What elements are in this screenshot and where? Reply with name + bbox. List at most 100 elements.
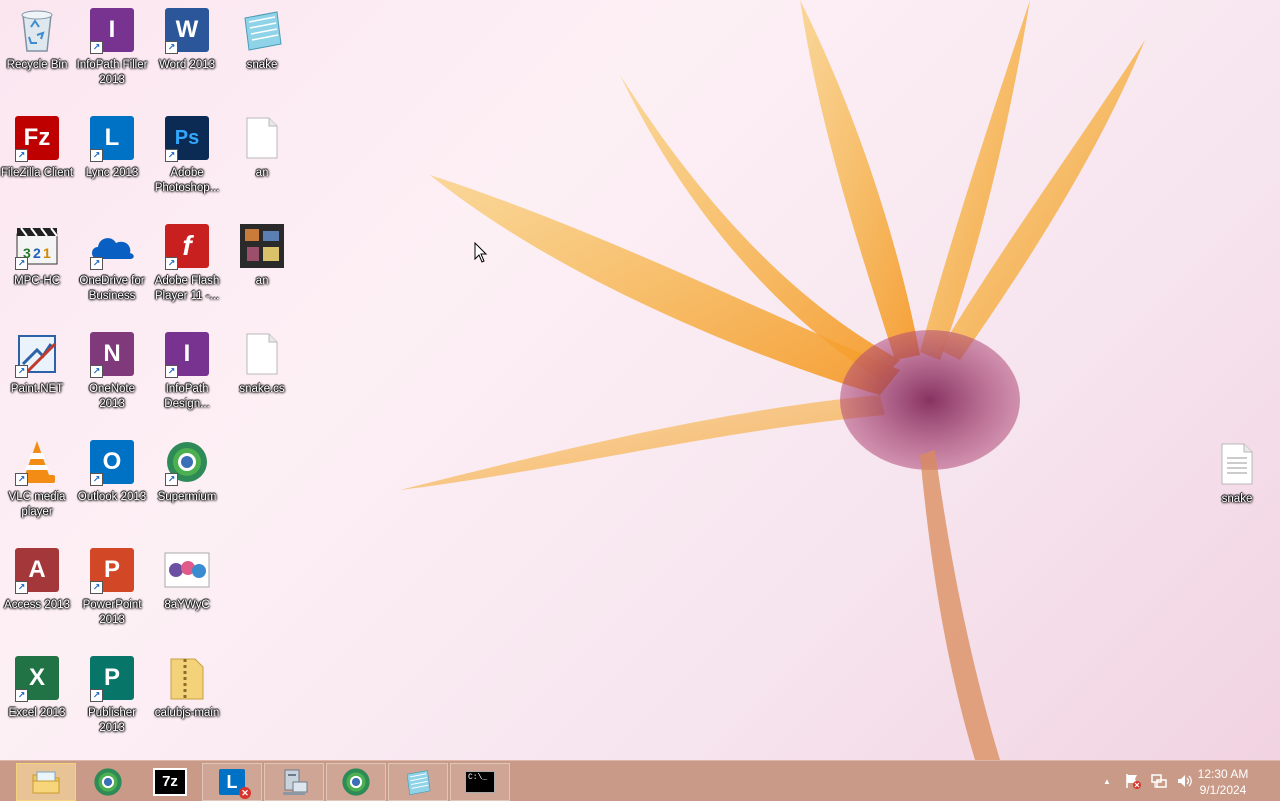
- desktop-icon-label: Excel 2013: [8, 707, 66, 719]
- vlc-icon: ↗: [13, 438, 61, 486]
- publisher-icon: P ↗: [88, 654, 136, 702]
- clock-date: 9/1/2024: [1199, 783, 1247, 797]
- taskbar: 7z L ✕ C:\_ ▲ 12:30 AM 9/1/2024: [0, 760, 1280, 801]
- desktop-icon-publisher[interactable]: P ↗ Publisher 2013: [75, 654, 149, 736]
- desktop-icon-label: Supermium: [157, 491, 217, 503]
- desktop-icon-label: MPC-HC: [14, 275, 60, 287]
- access-icon: A ↗: [13, 546, 61, 594]
- desktop-icon-access[interactable]: A ↗ Access 2013: [0, 546, 74, 613]
- show-hidden-icons-button[interactable]: ▲: [1100, 777, 1114, 786]
- 7zip-icon: 7z: [153, 768, 187, 796]
- desktop-icon-label: FileZilla Client: [0, 167, 74, 179]
- clock[interactable]: 12:30 AM 9/1/2024: [1188, 766, 1258, 798]
- taskbar-button-7zip[interactable]: 7z: [140, 763, 200, 801]
- desktop-icon-8aywyc[interactable]: 8aYWyC: [150, 546, 224, 613]
- desktop-icon-label: Publisher 2013: [88, 707, 136, 734]
- paintnet-icon: ↗: [13, 330, 61, 378]
- desktop-icon-onedrive[interactable]: ↗ OneDrive for Business: [75, 222, 149, 304]
- taskbar-button-computer[interactable]: [264, 763, 324, 801]
- onedrive-icon: ↗: [88, 222, 136, 270]
- desktop-icon-label: calubjs-main: [154, 707, 220, 719]
- text-file-icon: [1213, 440, 1261, 488]
- infopath-designer-icon: I ↗: [163, 330, 211, 378]
- desktop-icon-label: InfoPath Filler 2013: [76, 59, 148, 86]
- desktop-icon-label: Word 2013: [158, 59, 216, 71]
- cmd-icon: C:\_: [465, 771, 495, 793]
- supermium-icon: ↗: [163, 438, 211, 486]
- desktop[interactable]: Recycle Bin Fz ↗ FileZilla Client 3 2 1 …: [0, 0, 1280, 760]
- desktop-icon-mpc-hc[interactable]: 3 2 1 ↗ MPC-HC: [0, 222, 74, 289]
- desktop-icon-label: snake: [246, 59, 278, 71]
- desktop-icon-label: Outlook 2013: [77, 491, 147, 503]
- desktop-icon-label: an: [255, 275, 269, 287]
- desktop-icon-infopath-designer[interactable]: I ↗ InfoPath Design...: [150, 330, 224, 412]
- lync-icon-letter: L: [226, 772, 238, 792]
- supermium-icon: [94, 768, 122, 796]
- blank-file-icon: [238, 114, 286, 162]
- taskbar-button-supermium[interactable]: [78, 763, 138, 801]
- action-center-flag-icon[interactable]: [1124, 772, 1142, 790]
- desktop-icon-onenote[interactable]: N ↗ OneNote 2013: [75, 330, 149, 412]
- desktop-icon-label: Recycle Bin: [6, 59, 68, 71]
- image-file-icon: [163, 546, 211, 594]
- notepad-icon: [406, 770, 431, 796]
- clock-time: 12:30 AM: [1197, 767, 1249, 781]
- desktop-icon-vlc[interactable]: ↗ VLC media player: [0, 438, 74, 520]
- mouse-cursor-icon: [474, 242, 488, 263]
- desktop-icon-snake-notepad[interactable]: snake: [225, 6, 299, 73]
- notepad-icon: [238, 6, 286, 54]
- desktop-icon-label: OneNote 2013: [88, 383, 136, 410]
- desktop-icon-flash[interactable]: f ↗ Adobe Flash Player 11 -...: [150, 222, 224, 304]
- desktop-icon-label: PowerPoint 2013: [82, 599, 142, 626]
- desktop-icon-infopath-filler[interactable]: I ↗ InfoPath Filler 2013: [75, 6, 149, 88]
- supermium-icon: [342, 768, 370, 796]
- infopath-icon: I ↗: [88, 6, 136, 54]
- excel-icon: X ↗: [13, 654, 61, 702]
- desktop-icon-label: snake.cs: [239, 383, 285, 395]
- desktop-icon-supermium[interactable]: ↗ Supermium: [150, 438, 224, 505]
- desktop-icon-powerpoint[interactable]: P ↗ PowerPoint 2013: [75, 546, 149, 628]
- taskbar-button-command-prompt[interactable]: C:\_: [450, 763, 510, 801]
- desktop-icon-label: Lync 2013: [85, 167, 139, 179]
- desktop-icon-snake-cs[interactable]: snake.cs: [225, 330, 299, 397]
- desktop-icon-label: snake: [1221, 493, 1253, 505]
- desktop-icon-label: Adobe Photoshop...: [154, 167, 220, 194]
- desktop-icon-label: Adobe Flash Player 11 -...: [154, 275, 220, 302]
- desktop-icon-photoshop[interactable]: Ps ↗ Adobe Photoshop...: [150, 114, 224, 196]
- desktop-icon-word[interactable]: W ↗ Word 2013: [150, 6, 224, 73]
- taskbar-button-file-explorer[interactable]: [16, 763, 76, 801]
- onenote-icon: N ↗: [88, 330, 136, 378]
- flash-icon: f ↗: [163, 222, 211, 270]
- lync-icon: L ✕: [219, 769, 251, 799]
- desktop-icon-label: OneDrive for Business: [79, 275, 145, 302]
- desktop-icon-lync[interactable]: L ↗ Lync 2013: [75, 114, 149, 181]
- desktop-icon-label: VLC media player: [8, 491, 66, 518]
- svg-text:1: 1: [43, 245, 51, 261]
- photoshop-icon: Ps ↗: [163, 114, 211, 162]
- desktop-icon-snake-text[interactable]: snake: [1200, 440, 1274, 507]
- desktop-icon-label: Paint.NET: [10, 383, 64, 395]
- image-file-icon: [238, 222, 286, 270]
- desktop-icon-excel[interactable]: X ↗ Excel 2013: [0, 654, 74, 721]
- svg-text:2: 2: [33, 245, 41, 261]
- folder-icon: [32, 771, 60, 794]
- desktop-icon-outlook[interactable]: O ↗ Outlook 2013: [75, 438, 149, 505]
- lync-icon: L ↗: [88, 114, 136, 162]
- computer-icon: [283, 769, 308, 795]
- taskbar-button-notepad[interactable]: [388, 763, 448, 801]
- mpc-hc-icon: 3 2 1 ↗: [13, 222, 61, 270]
- desktop-icon-an-file[interactable]: an: [225, 114, 299, 181]
- desktop-icon-calubjs-main[interactable]: calubjs-main: [150, 654, 224, 721]
- desktop-icon-filezilla[interactable]: Fz ↗ FileZilla Client: [0, 114, 74, 181]
- network-icon[interactable]: [1150, 772, 1168, 790]
- desktop-icon-an-image[interactable]: an: [225, 222, 299, 289]
- desktop-icon-label: Access 2013: [4, 599, 70, 611]
- taskbar-button-lync[interactable]: L ✕: [202, 763, 262, 801]
- desktop-icon-label: 8aYWyC: [164, 599, 210, 611]
- filezilla-icon: Fz ↗: [13, 114, 61, 162]
- desktop-icon-paintnet[interactable]: ↗ Paint.NET: [0, 330, 74, 397]
- taskbar-button-supermium-2[interactable]: [326, 763, 386, 801]
- desktop-icon-recycle-bin[interactable]: Recycle Bin: [0, 6, 74, 73]
- powerpoint-icon: P ↗: [88, 546, 136, 594]
- recycle-bin-icon: [13, 6, 61, 54]
